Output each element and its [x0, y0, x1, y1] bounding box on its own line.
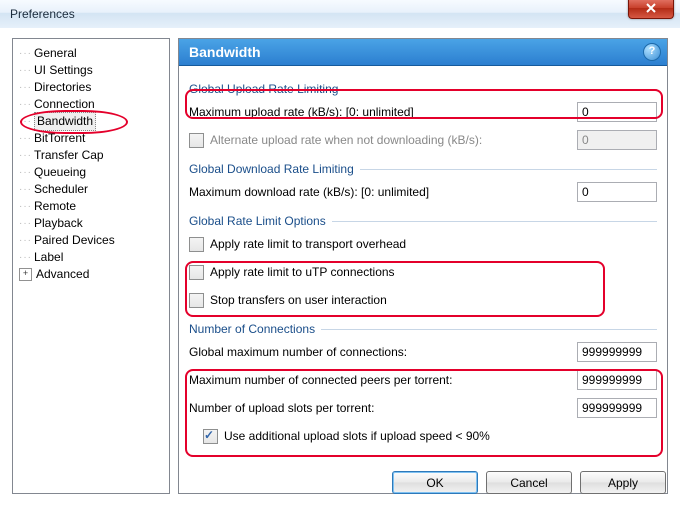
sidebar-item-playback[interactable]: ···Playback: [19, 215, 165, 232]
row-max-download: Maximum download rate (kB/s): [0: unlimi…: [189, 180, 657, 204]
sidebar-item-ui-settings[interactable]: ···UI Settings: [19, 62, 165, 79]
sidebar-item-advanced[interactable]: +Advanced: [19, 266, 165, 283]
group-upload-title: Global Upload Rate Limiting: [189, 82, 657, 96]
checkbox-stop-transfers[interactable]: [189, 293, 204, 308]
label-overhead: Apply rate limit to transport overhead: [210, 237, 657, 251]
checkbox-overhead[interactable]: [189, 237, 204, 252]
group-conns-title: Number of Connections: [189, 322, 657, 336]
sidebar-item-directories[interactable]: ···Directories: [19, 79, 165, 96]
row-upload-slots: Number of upload slots per torrent:: [189, 396, 657, 420]
group-download-title: Global Download Rate Limiting: [189, 162, 657, 176]
checkbox-extra-slots[interactable]: [203, 429, 218, 444]
category-tree: ···General ···UI Settings ···Directories…: [12, 38, 170, 494]
titlebar: Preferences: [0, 0, 680, 29]
sidebar-item-paired-devices[interactable]: ···Paired Devices: [19, 232, 165, 249]
label-max-upload: Maximum upload rate (kB/s): [0: unlimite…: [189, 105, 577, 119]
input-global-max-conn[interactable]: [577, 342, 657, 362]
panel-title: Bandwidth: [189, 44, 261, 60]
sidebar-item-connection[interactable]: ···Connection: [19, 96, 165, 113]
settings-panel: Bandwidth ? Global Upload Rate Limiting …: [178, 38, 668, 494]
preferences-window: Preferences ···General ···UI Settings ··…: [0, 0, 680, 506]
checkbox-utp[interactable]: [189, 265, 204, 280]
input-peers-per-torrent[interactable]: [577, 370, 657, 390]
label-alt-upload: Alternate upload rate when not downloadi…: [210, 133, 577, 147]
row-extra-slots: Use additional upload slots if upload sp…: [189, 424, 657, 448]
label-utp: Apply rate limit to uTP connections: [210, 265, 657, 279]
row-alt-upload: Alternate upload rate when not downloadi…: [189, 128, 657, 152]
row-opt-overhead: Apply rate limit to transport overhead: [189, 232, 657, 256]
sidebar-item-bandwidth[interactable]: ···Bandwidth: [19, 113, 165, 130]
label-upload-slots: Number of upload slots per torrent:: [189, 401, 577, 415]
sidebar-item-scheduler[interactable]: ···Scheduler: [19, 181, 165, 198]
apply-button[interactable]: Apply: [580, 471, 666, 494]
sidebar-item-remote[interactable]: ···Remote: [19, 198, 165, 215]
group-options-title: Global Rate Limit Options: [189, 214, 657, 228]
input-alt-upload: [577, 130, 657, 150]
expand-icon[interactable]: +: [19, 268, 32, 281]
close-button[interactable]: [628, 0, 674, 19]
sidebar-item-transfer-cap[interactable]: ···Transfer Cap: [19, 147, 165, 164]
row-opt-utp: Apply rate limit to uTP connections: [189, 260, 657, 284]
label-stop-transfers: Stop transfers on user interaction: [210, 293, 657, 307]
row-max-upload: Maximum upload rate (kB/s): [0: unlimite…: [189, 100, 657, 124]
input-max-upload[interactable]: [577, 102, 657, 122]
sidebar-item-general[interactable]: ···General: [19, 45, 165, 62]
label-global-max-conn: Global maximum number of connections:: [189, 345, 577, 359]
label-max-download: Maximum download rate (kB/s): [0: unlimi…: [189, 185, 577, 199]
dialog-buttons: OK Cancel Apply: [392, 471, 666, 494]
row-global-max-conn: Global maximum number of connections:: [189, 340, 657, 364]
help-button[interactable]: ?: [643, 43, 661, 61]
row-opt-stop: Stop transfers on user interaction: [189, 288, 657, 312]
window-title: Preferences: [10, 7, 75, 21]
close-icon: [645, 3, 657, 13]
panel-header: Bandwidth ?: [179, 39, 667, 66]
ok-button[interactable]: OK: [392, 471, 478, 494]
label-extra-slots: Use additional upload slots if upload sp…: [224, 429, 657, 443]
sidebar-item-bittorrent[interactable]: ···BitTorrent: [19, 130, 165, 147]
cancel-button[interactable]: Cancel: [486, 471, 572, 494]
input-upload-slots[interactable]: [577, 398, 657, 418]
sidebar-item-label[interactable]: ···Label: [19, 249, 165, 266]
checkbox-alt-upload[interactable]: [189, 133, 204, 148]
sidebar-item-queueing[interactable]: ···Queueing: [19, 164, 165, 181]
label-peers-per-torrent: Maximum number of connected peers per to…: [189, 373, 577, 387]
input-max-download[interactable]: [577, 182, 657, 202]
row-peers-per-torrent: Maximum number of connected peers per to…: [189, 368, 657, 392]
